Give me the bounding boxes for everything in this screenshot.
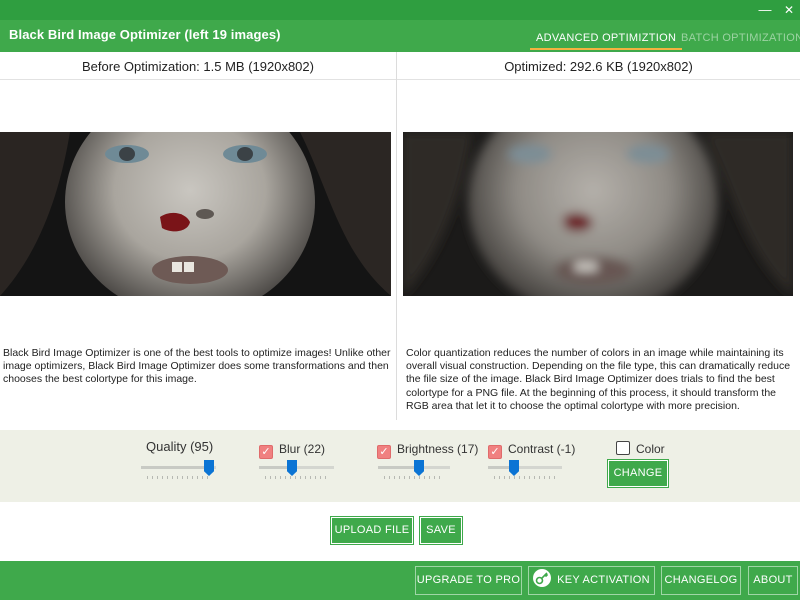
app-title: Black Bird Image Optimizer (left 19 imag… [9,27,281,42]
tab-batch-optimization[interactable]: BATCH OPTIMIZATION [681,32,800,44]
color-label: Color [636,442,665,456]
contrast-control: ✓ Contrast (-1) [488,440,575,459]
before-description: Black Bird Image Optimizer is one of the… [3,347,391,386]
brightness-slider[interactable] [378,460,450,480]
about-button[interactable]: ABOUT [748,566,798,595]
app-window: — ✕ Black Bird Image Optimizer (left 19 … [0,0,800,600]
title-bar: — ✕ [0,0,800,20]
upgrade-to-pro-button[interactable]: UPGRADE TO PRO [415,566,522,595]
change-button[interactable]: CHANGE [607,459,669,488]
after-description: Color quantization reduces the number of… [406,347,791,412]
contrast-slider-ticks [494,476,556,479]
brightness-label: Brightness (17) [397,442,479,456]
blur-control: ✓ Blur (22) [259,440,325,459]
changelog-button[interactable]: CHANGELOG [661,566,741,595]
tab-advanced-optimization[interactable]: ADVANCED OPTIMIZTION [530,32,683,50]
quality-label: Quality (95) [146,439,214,454]
save-button[interactable]: SAVE [419,516,463,545]
blur-slider-fill [259,466,291,469]
app-header: Black Bird Image Optimizer (left 19 imag… [0,20,800,52]
quality-slider[interactable] [141,460,216,480]
original-image [0,132,391,296]
contrast-label: Contrast (-1) [508,442,576,456]
key-activation-button[interactable]: KEY ACTIVATION [528,566,655,595]
blur-checkbox[interactable]: ✓ [259,445,273,459]
blur-label: Blur (22) [279,442,326,456]
before-heading: Before Optimization: 1.5 MB (1920x802) [0,52,396,80]
close-button[interactable]: ✕ [778,1,800,19]
quality-slider-thumb[interactable] [204,460,214,476]
key-icon [533,569,552,587]
before-panel: Before Optimization: 1.5 MB (1920x802) B… [0,52,396,420]
color-control: Color [616,440,665,458]
color-checkbox[interactable] [616,441,630,455]
quality-slider-ticks [147,476,210,479]
quality-control: Quality (95) [146,438,213,456]
adjustment-controls: Quality (95) ✓ Blur (22) ✓ Brightness (17) [0,430,800,502]
contrast-checkbox[interactable]: ✓ [488,445,502,459]
optimized-image [403,132,793,296]
quality-slider-fill [141,466,205,469]
key-activation-label: KEY ACTIVATION [557,574,650,586]
blur-slider[interactable] [259,460,334,480]
footer-bar: UPGRADE TO PRO KEY ACTIVATION CHANGELOG … [0,561,800,600]
brightness-slider-thumb[interactable] [414,460,424,476]
brightness-slider-fill [378,466,418,469]
contrast-slider[interactable] [488,460,562,480]
contrast-slider-fill [488,466,512,469]
brightness-control: ✓ Brightness (17) [377,440,478,459]
minimize-button[interactable]: — [754,1,776,19]
after-heading: Optimized: 292.6 KB (1920x802) [397,52,800,80]
after-panel: Optimized: 292.6 KB (1920x802) Color qua… [397,52,800,420]
blur-slider-ticks [265,476,328,479]
brightness-checkbox[interactable]: ✓ [377,445,391,459]
brightness-slider-ticks [384,476,444,479]
contrast-slider-thumb[interactable] [509,460,519,476]
upload-file-button[interactable]: UPLOAD FILE [330,516,414,545]
blur-slider-thumb[interactable] [287,460,297,476]
